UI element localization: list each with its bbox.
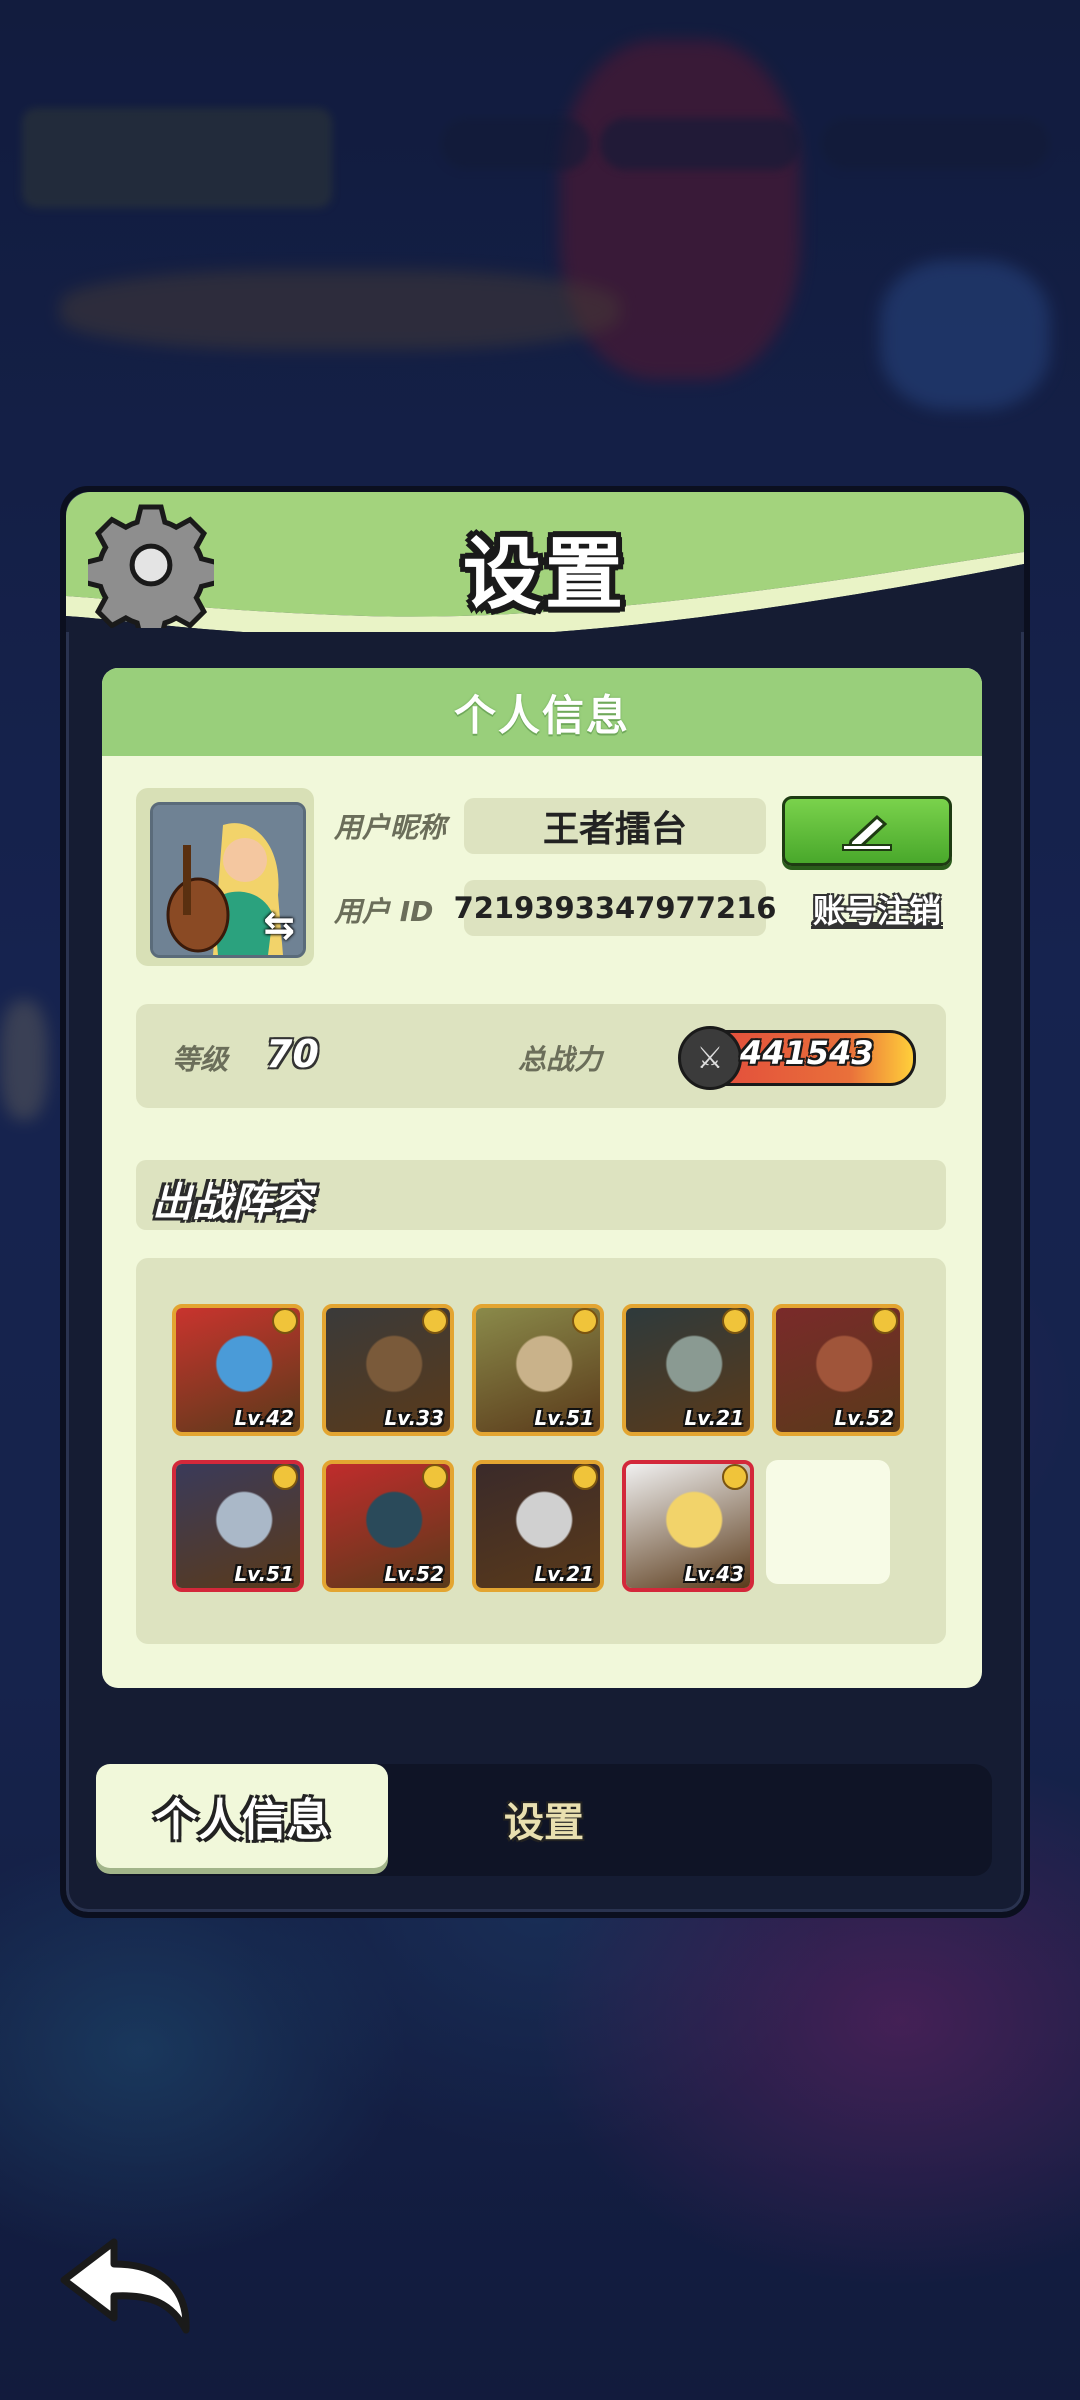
hero-class-icon xyxy=(272,1308,298,1334)
profile-card-header: 个人信息 xyxy=(102,668,982,756)
team-section-title: 出战阵容 xyxy=(152,1180,312,1226)
stats-bar: 等级 70 总战力 ⚔ 441543 xyxy=(136,1004,946,1108)
bottom-tabs: 个人信息 设置 xyxy=(96,1764,992,1876)
avatar-frame[interactable]: ⇆ xyxy=(136,788,314,966)
user-id-field: 7219393347977216 xyxy=(454,880,776,936)
panel-title: 设置 xyxy=(462,530,627,620)
hero-tile[interactable]: Lv.42 xyxy=(172,1304,304,1436)
hero-tile[interactable]: Lv.51 xyxy=(472,1304,604,1436)
hero-level: Lv.51 xyxy=(234,1562,294,1586)
hero-tile[interactable]: Lv.21 xyxy=(622,1304,754,1436)
hero-tile[interactable]: Lv.52 xyxy=(322,1460,454,1592)
crossed-swords-icon: ⚔ xyxy=(678,1026,742,1090)
level-label: 等级 xyxy=(172,1043,229,1076)
hero-level: Lv.52 xyxy=(834,1406,894,1430)
hero-level: Lv.33 xyxy=(384,1406,444,1430)
tab-settings[interactable]: 设置 xyxy=(504,1790,584,1848)
user-id-label: 用户 ID xyxy=(334,895,434,928)
team-lineup: Lv.42 Lv.33 Lv.51 Lv.21 Lv.52 Lv.51 Lv.52 Lv.21… xyxy=(136,1258,946,1644)
empty-hero-slot[interactable] xyxy=(766,1460,890,1584)
nickname-value: 王者擂台 xyxy=(542,809,687,850)
hero-class-icon xyxy=(572,1308,598,1334)
power-label: 总战力 xyxy=(518,1043,603,1076)
hero-class-icon xyxy=(422,1464,448,1490)
hero-level: Lv.42 xyxy=(234,1406,294,1430)
hero-level: Lv.52 xyxy=(384,1562,444,1586)
hero-class-icon xyxy=(872,1308,898,1334)
swap-arrows-icon[interactable]: ⇆ xyxy=(263,903,295,947)
team-section-header: 出战阵容 xyxy=(136,1160,946,1230)
hero-tile[interactable]: Lv.52 xyxy=(772,1304,904,1436)
settings-panel: 设置 个人信息 ⇆ 用户昵称 王者擂台 用户 ID 72193933479772… xyxy=(60,486,1030,1918)
level-value: 70 xyxy=(266,1032,319,1076)
cancel-account-link[interactable]: 账号注销 xyxy=(782,886,972,932)
user-id-value: 7219393347977216 xyxy=(453,891,777,925)
hero-class-icon xyxy=(572,1464,598,1490)
hero-level: Lv.43 xyxy=(684,1562,744,1586)
profile-card: 个人信息 ⇆ 用户昵称 王者擂台 用户 ID 7219393347977216 … xyxy=(102,668,982,1688)
nickname-field: 王者擂台 xyxy=(464,798,766,854)
hero-tile[interactable]: Lv.33 xyxy=(322,1304,454,1436)
avatar[interactable]: ⇆ xyxy=(150,802,306,958)
profile-card-title: 个人信息 xyxy=(453,690,630,740)
hero-class-icon xyxy=(272,1464,298,1490)
back-arrow-icon[interactable] xyxy=(56,2230,196,2340)
hero-class-icon xyxy=(422,1308,448,1334)
hero-level: Lv.21 xyxy=(534,1562,594,1586)
tab-profile[interactable]: 个人信息 xyxy=(96,1764,388,1868)
hero-class-icon xyxy=(722,1464,748,1490)
hero-class-icon xyxy=(722,1308,748,1334)
hero-tile[interactable]: Lv.21 xyxy=(472,1460,604,1592)
hero-level: Lv.21 xyxy=(684,1406,744,1430)
power-badge: ⚔ 441543 xyxy=(678,1026,916,1090)
nickname-label: 用户昵称 xyxy=(334,811,447,844)
hero-tile[interactable]: Lv.51 xyxy=(172,1460,304,1592)
tab-profile-label: 个人信息 xyxy=(154,1795,330,1846)
power-value: 441543 xyxy=(740,1034,874,1072)
pencil-icon xyxy=(842,814,892,851)
edit-nickname-button[interactable] xyxy=(782,796,952,866)
panel-header: 设置 xyxy=(66,492,1024,632)
hero-tile[interactable]: Lv.43 xyxy=(622,1460,754,1592)
hero-level: Lv.51 xyxy=(534,1406,594,1430)
